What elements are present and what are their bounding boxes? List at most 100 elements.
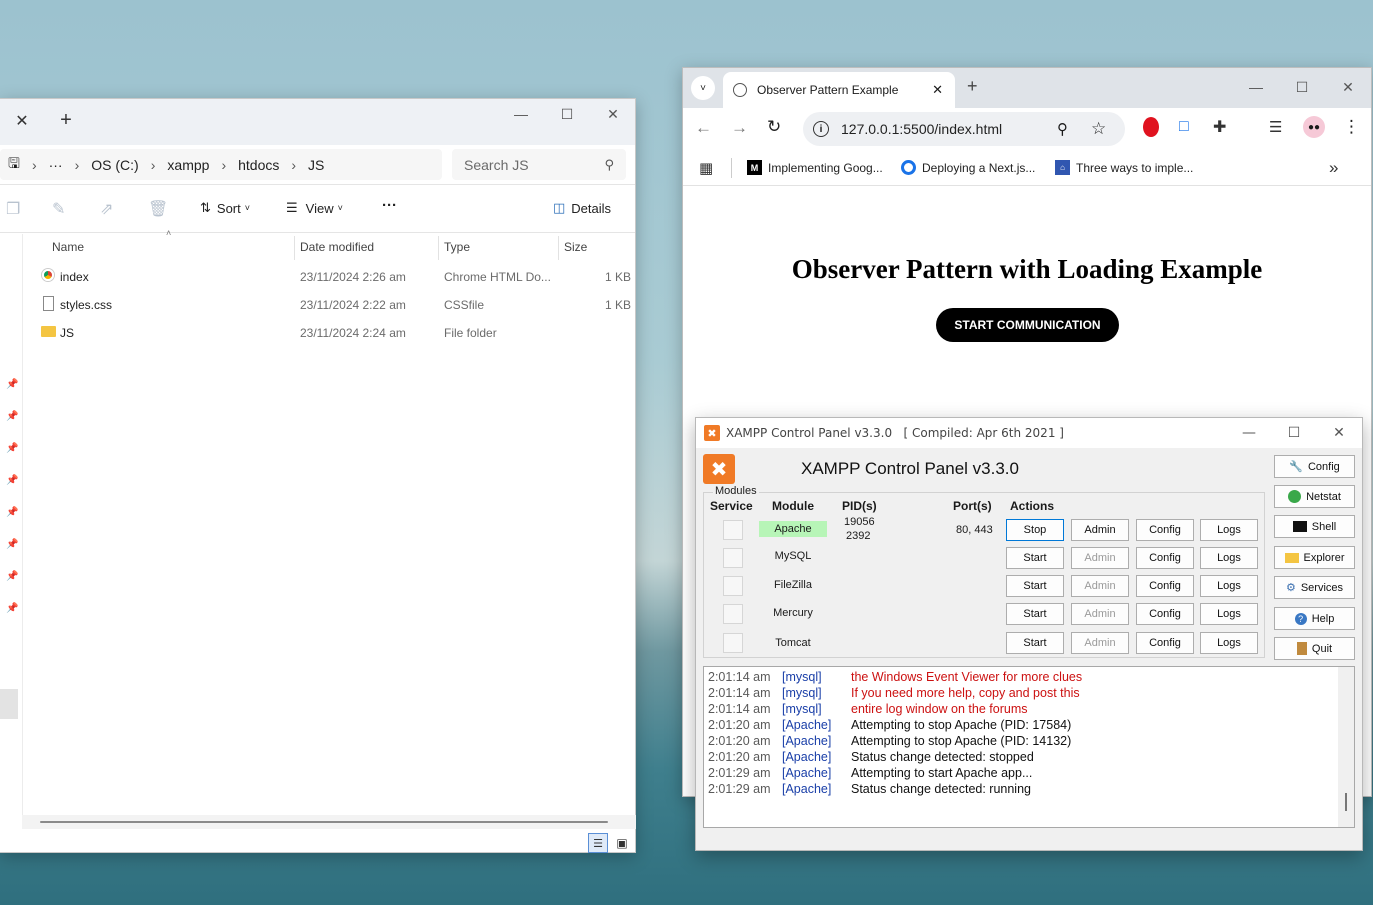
- mysql-start-button[interactable]: Start: [1006, 547, 1064, 569]
- service-checkbox[interactable]: [723, 548, 743, 568]
- bookmark-star-icon[interactable]: ☆: [1091, 119, 1106, 139]
- breadcrumb-htdocs[interactable]: htdocs: [238, 157, 279, 173]
- maximize-icon[interactable]: ☐: [1279, 72, 1325, 102]
- more-bookmarks-icon[interactable]: »: [1329, 158, 1338, 178]
- file-row-js-folder[interactable]: JS 23/11/2024 2:24 am File folder: [22, 319, 635, 347]
- zoom-icon[interactable]: ⚲: [1057, 120, 1068, 138]
- media-controls-icon[interactable]: ☰: [1269, 118, 1282, 136]
- help-button[interactable]: ? Help: [1274, 607, 1355, 630]
- filezilla-admin-button[interactable]: Admin: [1071, 575, 1129, 597]
- minimize-icon[interactable]: —: [1233, 72, 1279, 102]
- bookmark-three-ways[interactable]: ⌂ Three ways to imple...: [1055, 160, 1193, 175]
- breadcrumb-js[interactable]: JS: [308, 157, 324, 173]
- view-button[interactable]: ☰ View ˅: [286, 200, 343, 216]
- column-size[interactable]: Size: [564, 240, 587, 254]
- config-button[interactable]: 🔧 Config: [1274, 455, 1355, 478]
- tomcat-start-button[interactable]: Start: [1006, 632, 1064, 654]
- filezilla-config-button[interactable]: Config: [1136, 575, 1194, 597]
- mysql-admin-button[interactable]: Admin: [1071, 547, 1129, 569]
- service-checkbox[interactable]: [723, 520, 743, 540]
- tab-search-icon[interactable]: ˅: [691, 76, 715, 100]
- back-icon[interactable]: ←: [695, 118, 712, 138]
- mysql-config-button[interactable]: Config: [1136, 547, 1194, 569]
- shell-button[interactable]: Shell: [1274, 515, 1355, 538]
- column-date-modified[interactable]: Date modified: [300, 240, 374, 254]
- forward-icon[interactable]: →: [731, 118, 748, 138]
- apache-logs-button[interactable]: Logs: [1200, 519, 1258, 541]
- close-window-icon[interactable]: ✕: [1325, 72, 1371, 102]
- start-communication-button[interactable]: START COMMUNICATION: [936, 308, 1119, 342]
- copy-icon[interactable]: ❐: [6, 199, 20, 219]
- close-tab-icon[interactable]: ✕: [12, 111, 32, 131]
- crop-extension-icon[interactable]: □: [1179, 118, 1189, 136]
- service-checkbox[interactable]: [723, 633, 743, 653]
- filezilla-start-button[interactable]: Start: [1006, 575, 1064, 597]
- close-window-icon[interactable]: ✕: [590, 99, 636, 129]
- breadcrumb[interactable]: 🖫 › ··· › OS (C:) › xampp › htdocs › JS: [0, 149, 442, 180]
- column-name[interactable]: Name: [52, 240, 84, 254]
- apache-config-button[interactable]: Config: [1136, 519, 1194, 541]
- new-tab-icon[interactable]: +: [56, 109, 76, 131]
- nav-pane-selected-item[interactable]: [0, 689, 18, 719]
- column-divider[interactable]: [438, 236, 439, 260]
- close-window-icon[interactable]: ✕: [1316, 418, 1362, 448]
- mysql-logs-button[interactable]: Logs: [1200, 547, 1258, 569]
- menu-icon[interactable]: ⋮: [1343, 117, 1360, 137]
- tab-observer-pattern[interactable]: Observer Pattern Example ✕: [723, 72, 955, 108]
- maximize-icon[interactable]: ☐: [544, 99, 590, 129]
- scrollbar-thumb[interactable]: [40, 821, 608, 823]
- column-divider[interactable]: [294, 236, 295, 260]
- new-tab-icon[interactable]: +: [967, 76, 978, 97]
- share-icon[interactable]: ⇗: [100, 199, 113, 219]
- mercury-admin-button[interactable]: Admin: [1071, 603, 1129, 625]
- log-window[interactable]: 2:01:14 am [mysql] the Windows Event Viewe…: [703, 666, 1355, 828]
- opera-extension-icon[interactable]: [1143, 117, 1159, 137]
- more-options-button[interactable]: ···: [382, 197, 397, 214]
- reload-icon[interactable]: ↻: [767, 117, 781, 137]
- mercury-logs-button[interactable]: Logs: [1200, 603, 1258, 625]
- file-row-styles-css[interactable]: styles.css 23/11/2024 2:22 am CSSfile 1 …: [22, 291, 635, 319]
- breadcrumb-more[interactable]: ···: [49, 157, 63, 173]
- extensions-icon[interactable]: ✚: [1213, 117, 1226, 137]
- minimize-icon[interactable]: —: [498, 99, 544, 129]
- service-checkbox[interactable]: [723, 576, 743, 596]
- service-checkbox[interactable]: [723, 604, 743, 624]
- tiles-view-icon[interactable]: ▣: [612, 833, 632, 853]
- file-row-index[interactable]: index 23/11/2024 2:26 am Chrome HTML Do.…: [22, 263, 635, 291]
- explorer-button[interactable]: Explorer: [1274, 546, 1355, 569]
- sort-button[interactable]: ⇅ Sort ˅: [200, 200, 250, 216]
- breadcrumb-xampp[interactable]: xampp: [167, 157, 209, 173]
- search-input[interactable]: Search JS ⚲: [452, 149, 626, 180]
- quit-button[interactable]: Quit: [1274, 637, 1355, 660]
- delete-icon[interactable]: 🗑: [148, 199, 168, 219]
- bookmark-implementing-goog[interactable]: M Implementing Goog...: [747, 160, 883, 175]
- bookmark-deploying-nextjs[interactable]: Deploying a Next.js...: [901, 160, 1035, 175]
- tomcat-logs-button[interactable]: Logs: [1200, 632, 1258, 654]
- url-text[interactable]: 127.0.0.1:5500/index.html: [841, 121, 1002, 137]
- column-type[interactable]: Type: [444, 240, 470, 254]
- details-button[interactable]: ◫ Details: [553, 200, 611, 216]
- column-divider[interactable]: [558, 236, 559, 260]
- tomcat-config-button[interactable]: Config: [1136, 632, 1194, 654]
- apps-grid-icon[interactable]: ▦: [699, 159, 713, 177]
- profile-avatar[interactable]: ●●: [1303, 116, 1325, 138]
- log-scrollbar[interactable]: [1338, 667, 1354, 827]
- log-scrollbar-thumb[interactable]: [1345, 793, 1347, 811]
- apache-admin-button[interactable]: Admin: [1071, 519, 1129, 541]
- rename-icon[interactable]: ✎: [52, 199, 65, 219]
- netstat-button[interactable]: Netstat: [1274, 485, 1355, 508]
- horizontal-scrollbar[interactable]: [22, 815, 636, 829]
- minimize-icon[interactable]: —: [1226, 418, 1272, 448]
- details-view-icon[interactable]: ☰: [588, 833, 608, 853]
- mercury-config-button[interactable]: Config: [1136, 603, 1194, 625]
- services-button[interactable]: ⚙ Services: [1274, 576, 1355, 599]
- site-info-icon[interactable]: i: [813, 121, 829, 137]
- filezilla-logs-button[interactable]: Logs: [1200, 575, 1258, 597]
- tomcat-admin-button[interactable]: Admin: [1071, 632, 1129, 654]
- close-tab-icon[interactable]: ✕: [932, 82, 943, 98]
- maximize-icon[interactable]: ☐: [1271, 418, 1317, 448]
- mercury-start-button[interactable]: Start: [1006, 603, 1064, 625]
- apache-stop-button[interactable]: Stop: [1006, 519, 1064, 541]
- breadcrumb-os-c[interactable]: OS (C:): [91, 157, 138, 173]
- address-bar[interactable]: i 127.0.0.1:5500/index.html ⚲ ☆: [803, 112, 1125, 146]
